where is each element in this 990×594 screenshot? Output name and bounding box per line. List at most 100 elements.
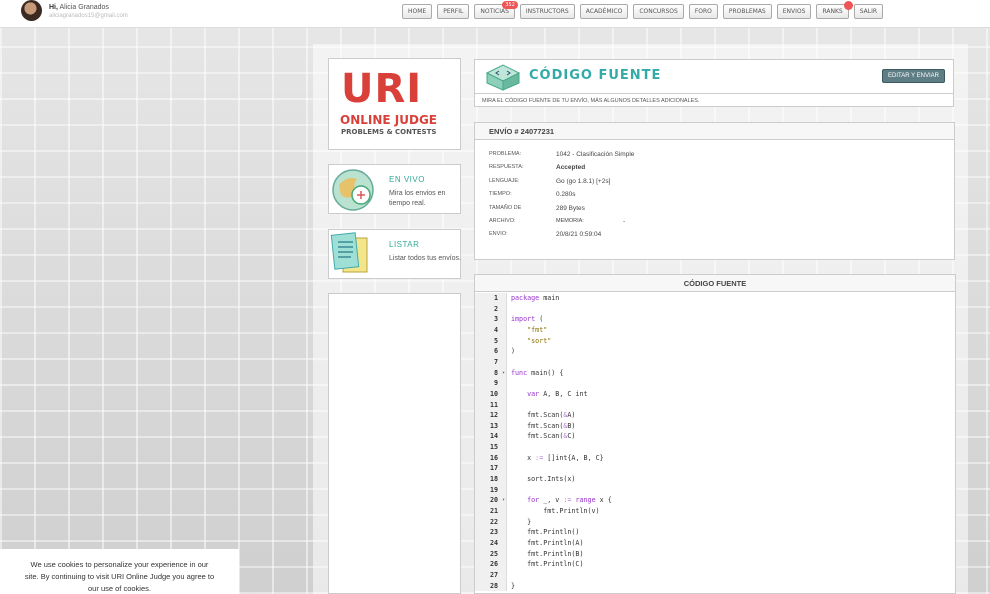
code-line: fmt.Println(v) (511, 507, 600, 515)
nav-perfil[interactable]: PERFIL (437, 4, 470, 19)
code-line: for _, v := range x { (527, 496, 612, 505)
value-tiempo: 0.280s (556, 191, 576, 199)
label-problema: PROBLEMA: (489, 151, 522, 157)
line-number: 21 (489, 507, 498, 515)
code-line: fmt.Scan(&C) (511, 432, 576, 441)
code-line: x := []int{A, B, C} (511, 453, 604, 462)
value-problema[interactable]: 1042 - Clasificación Simple (556, 151, 634, 158)
nav-instructors[interactable]: INSTRUCTORS (519, 4, 575, 19)
envivo-desc: Mira los envios en tiempo real. (389, 190, 446, 207)
code-panel: CÓDIGO FUENTE 1 2 3 4 5 6 7 8 ▾ 9 10 11 12 13 14 15 16 17… (474, 274, 956, 594)
logo-problems-contests: PROBLEMS & CONTESTS (341, 128, 437, 136)
value-memoria: - (623, 217, 626, 225)
line-number: 16 (489, 453, 498, 462)
logo-uri: URI (341, 66, 423, 112)
submission-title: ENVÍO # 24077231 (475, 123, 954, 140)
nav-foro[interactable]: FORO (688, 4, 718, 19)
line-number: 8 (493, 368, 498, 377)
code-line: fmt.Println(C) (511, 560, 584, 569)
line-number: 4 (493, 325, 498, 334)
cookie-line-1: We use cookies to personalize your exper… (30, 560, 209, 569)
sidebar-blank-panel (328, 293, 461, 594)
code-line: fmt.Scan(&A) (511, 411, 576, 420)
line-number: 20 (489, 496, 498, 505)
label-envio: ENVIO: (489, 231, 508, 238)
line-number: 22 (489, 517, 498, 526)
line-number: 11 (489, 400, 498, 409)
code-line: fmt.Println(A) (511, 538, 584, 547)
line-number: 18 (489, 475, 498, 484)
line-number: 2 (493, 304, 498, 313)
value-envio: 20/8/21 0:59:04 (556, 231, 602, 239)
sidebar-envivo[interactable]: EN VIVO Mira los envios en tiempo real. (328, 164, 461, 214)
code-line: fmt.Println() (511, 528, 580, 537)
listar-title: LISTAR (389, 240, 420, 249)
line-number: 14 (489, 432, 498, 441)
code-line: import ( (511, 315, 544, 324)
code-line: var A, B, C int (527, 389, 588, 398)
code-line: fmt.Println(B) (511, 549, 584, 558)
fold-arrow-icon[interactable]: ▾ (502, 497, 505, 503)
nav-salir[interactable]: SALIR (853, 4, 884, 19)
edit-and-submit-button[interactable]: EDITAR Y ENVIAR (881, 69, 945, 83)
line-number: 17 (489, 464, 498, 473)
nav-academico[interactable]: ACADÉMICO (579, 4, 629, 19)
value-respuesta: Accepted (556, 164, 586, 172)
line-number: 1 (493, 294, 498, 302)
line-number: 25 (489, 549, 498, 558)
code-line: ) (511, 347, 516, 356)
logo-panel[interactable]: URI ONLINE JUDGE PROBLEMS & CONTESTS (328, 58, 461, 150)
user-name[interactable]: Alicia Granados (60, 4, 109, 11)
greeting: Hi, Alicia Granados (49, 4, 109, 11)
value-tamano: 289 Bytes (556, 204, 585, 212)
label-tiempo: TIEMPO: (489, 191, 512, 198)
line-number: 28 (489, 581, 498, 590)
label-memoria: MEMORIA: (556, 217, 584, 224)
line-number: 15 (489, 443, 498, 452)
globe-icon (332, 169, 374, 211)
envivo-title: EN VIVO (389, 175, 425, 184)
line-number: 23 (489, 528, 498, 537)
page-subtitle: MIRA EL CÓDIGO FUENTE DE TU ENVÍO, MÁS A… (475, 93, 953, 108)
line-number: 19 (489, 485, 498, 494)
label-lenguaje: LENGUAJE: (489, 177, 520, 184)
label-tamano: TAMAÑO DE (489, 204, 522, 211)
listar-desc: Listar todos tus envíos. (389, 255, 461, 262)
value-lenguaje: Go (go 1.8.1) [+2s] (556, 177, 611, 185)
line-number: 5 (493, 336, 498, 345)
code-line: fmt.Scan(&B) (511, 421, 576, 430)
line-gutter: 1 2 3 4 5 6 7 8 ▾ 9 10 11 12 13 14 15 16 17 18 19 20 ▾ 21 22 23 2… (475, 293, 507, 591)
fold-arrow-icon[interactable]: ▾ (502, 370, 505, 376)
line-number: 3 (493, 315, 498, 324)
code-line: "sort" (527, 336, 552, 345)
nav-noticias-label: NOTICIAS (480, 8, 509, 15)
main-nav: HOME PERFIL NOTICIAS 352 INSTRUCTORS ACAD… (402, 1, 884, 19)
noticias-badge: 352 (502, 1, 518, 9)
nav-concursos[interactable]: CONCURSOS (633, 4, 684, 19)
line-number: 13 (489, 421, 498, 430)
cookie-line-2: site. By continuing to visit URI Online … (24, 572, 215, 581)
line-number: 27 (489, 570, 498, 579)
line-number: 10 (489, 389, 498, 398)
code-title: CÓDIGO FUENTE (475, 275, 955, 292)
sidebar-listar[interactable]: LISTAR Listar todos tus envíos. (328, 229, 461, 279)
nav-home[interactable]: HOME (402, 4, 433, 19)
code-line: func main() { (511, 368, 564, 377)
page-title: CÓDIGO FUENTE (529, 68, 662, 83)
line-number: 6 (493, 347, 498, 356)
nav-envios[interactable]: ENVIOS (776, 4, 812, 19)
label-respuesta: RESPUESTA: (489, 164, 524, 171)
code-editor[interactable]: 1 2 3 4 5 6 7 8 ▾ 9 10 11 12 13 14 15 16 17 18 19 20 ▾ 21 22 23 2… (475, 293, 955, 591)
ranks-notification-dot (843, 1, 853, 10)
code-line: package main (511, 294, 560, 302)
nav-noticias[interactable]: NOTICIAS 352 (474, 1, 518, 19)
top-bar: Hi, Alicia Granados aliciagranados15@gma… (0, 0, 990, 28)
user-avatar[interactable] (21, 0, 42, 21)
logo-online-judge: ONLINE JUDGE (340, 113, 437, 127)
code-line: "fmt" (527, 325, 548, 334)
nav-ranks[interactable]: RANKS (816, 1, 853, 19)
line-number: 9 (493, 379, 498, 388)
nav-problemas[interactable]: PROBLEMAS (722, 4, 772, 19)
line-number: 24 (489, 538, 498, 547)
cookie-notice[interactable]: We use cookies to personalize your exper… (0, 549, 239, 594)
